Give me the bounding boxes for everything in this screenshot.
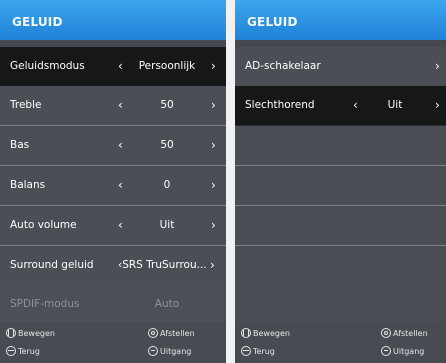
hint-move: Bewegen — [241, 328, 290, 338]
hint-exit: Uitgang — [148, 346, 191, 356]
chevron-right-icon[interactable]: › — [435, 59, 440, 73]
menu-footer: Bewegen Terug Afstellen Uitgang — [0, 322, 226, 363]
row-value: 0 — [163, 179, 171, 191]
back-icon — [6, 346, 16, 356]
chevron-right-icon[interactable]: › — [435, 98, 440, 112]
hint-move: Bewegen — [6, 328, 55, 338]
row-value: Persoonlijk — [138, 60, 196, 72]
hint-label: Afstellen — [160, 329, 195, 338]
exit-icon — [148, 346, 158, 356]
row-label: Slechthorend — [245, 99, 315, 111]
row-label: Balans — [10, 179, 46, 191]
chevron-left-icon[interactable]: ‹ — [118, 59, 123, 73]
menu-footer: Bewegen Terug Afstellen Uitgang — [235, 322, 446, 363]
chevron-left-icon[interactable]: ‹ — [118, 218, 123, 232]
row-value: 50 — [160, 139, 174, 151]
menu-title: GELUID — [247, 15, 298, 29]
empty-row — [235, 285, 446, 325]
hint-exit: Uitgang — [381, 346, 424, 356]
menu-title: GELUID — [12, 15, 63, 29]
chevron-left-icon[interactable]: ‹ — [353, 98, 358, 112]
chevron-right-icon[interactable]: › — [211, 138, 216, 152]
chevron-right-icon[interactable]: › — [211, 59, 216, 73]
empty-row — [235, 166, 446, 206]
chevron-left-icon[interactable]: ‹ — [118, 178, 123, 192]
hint-back: Terug — [241, 346, 275, 356]
empty-row — [235, 206, 446, 246]
menu-row-spdif-modus: SPDIF-modus Auto — [0, 285, 226, 325]
chevron-left-icon[interactable]: ‹ — [118, 138, 123, 152]
row-label: SPDIF-modus — [10, 298, 80, 310]
chevron-right-icon[interactable]: › — [211, 178, 216, 192]
empty-row — [235, 126, 446, 166]
row-value: Uit — [159, 219, 175, 231]
row-label: Treble — [10, 99, 42, 111]
menu-row-ad-schakelaar[interactable]: AD-schakelaar › — [235, 47, 446, 87]
menu-header: GELUID — [0, 0, 226, 40]
row-value: 50 — [160, 99, 174, 111]
hint-label: Afstellen — [393, 329, 428, 338]
ok-icon — [381, 328, 391, 338]
hint-back: Terug — [6, 346, 40, 356]
menu-row-balans[interactable]: Balans ‹ 0 › — [0, 166, 226, 206]
menu-row-treble[interactable]: Treble ‹ 50 › — [0, 86, 226, 126]
exit-icon — [381, 346, 391, 356]
chevron-left-icon[interactable]: ‹ — [118, 98, 123, 112]
hint-ok: Afstellen — [148, 328, 195, 338]
hint-ok: Afstellen — [381, 328, 428, 338]
row-label: Bas — [10, 139, 30, 151]
chevron-right-icon[interactable]: › — [211, 218, 216, 232]
menu-row-bas[interactable]: Bas ‹ 50 › — [0, 126, 226, 166]
row-label: Geluidsmodus — [10, 60, 85, 72]
hint-label: Terug — [253, 347, 275, 356]
row-value: Auto — [154, 298, 180, 310]
menu-row-surround-geluid[interactable]: Surround geluid ‹SRS TruSurrou... › — [0, 246, 226, 286]
row-label: Auto volume — [10, 219, 77, 231]
menu-row-auto-volume[interactable]: Auto volume ‹ Uit › — [0, 206, 226, 246]
row-label: Surround geluid — [10, 259, 94, 271]
move-icon — [6, 328, 16, 338]
hint-label: Bewegen — [253, 329, 290, 338]
sound-menu-panel-left: GELUID Geluidsmodus ‹ Persoonlijk › Treb… — [0, 0, 226, 363]
menu-row-slechthorend[interactable]: Slechthorend ‹ Uit › — [235, 86, 446, 126]
row-value: Uit — [387, 99, 403, 111]
sound-menu-panel-right: GELUID AD-schakelaar › Slechthorend ‹ Ui… — [235, 0, 446, 363]
chevron-right-icon[interactable]: › — [210, 258, 215, 272]
hint-label: Uitgang — [393, 347, 425, 356]
back-icon — [241, 346, 251, 356]
chevron-right-icon[interactable]: › — [211, 98, 216, 112]
menu-header: GELUID — [235, 0, 446, 40]
hint-label: Bewegen — [18, 329, 55, 338]
move-icon — [241, 328, 251, 338]
row-value: ‹SRS TruSurrou... — [118, 259, 218, 271]
menu-row-geluidsmodus[interactable]: Geluidsmodus ‹ Persoonlijk › — [0, 47, 226, 87]
hint-label: Terug — [18, 347, 40, 356]
empty-row — [235, 246, 446, 286]
hint-label: Uitgang — [160, 347, 192, 356]
row-value-text: SRS TruSurrou... — [122, 259, 207, 271]
row-label: AD-schakelaar — [245, 60, 321, 72]
ok-icon — [148, 328, 158, 338]
